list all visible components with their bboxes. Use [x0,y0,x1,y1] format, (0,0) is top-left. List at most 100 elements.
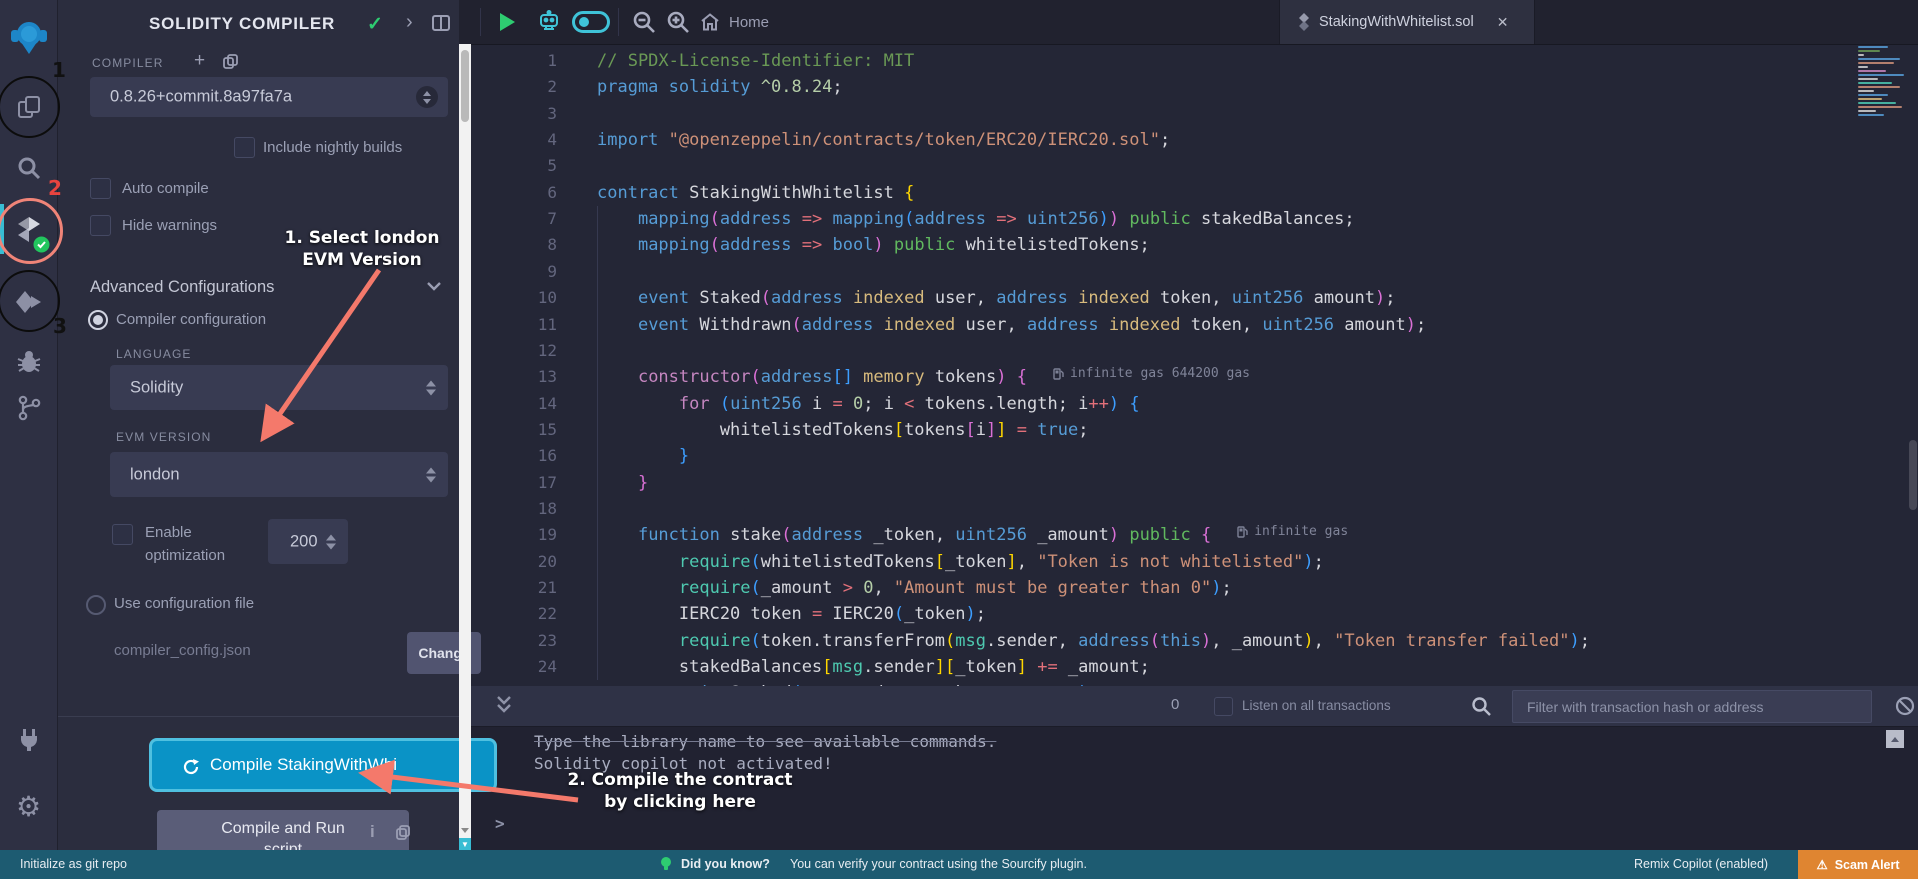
line-number: 13 [471,367,557,386]
terminal-scrollbar-up[interactable] [1886,730,1904,748]
line-number: 9 [471,262,557,281]
line-number: 4 [471,130,557,149]
language-select[interactable]: Solidity [110,365,448,410]
code-text: IERC20 token = IERC20(_token); [597,602,986,627]
line-number: 11 [471,315,557,334]
line-number: 22 [471,604,557,623]
line-number: 17 [471,473,557,492]
annotation-number-1: 1 [52,58,66,82]
code-text: event Withdrawn(address indexed user, ad… [597,313,1426,338]
indent-guide [597,206,598,680]
optimization-checkbox[interactable] [112,524,133,545]
evm-version-value: london [130,465,180,484]
ai-copilot-robot-icon[interactable] [531,0,567,44]
add-compiler-icon[interactable]: + [194,50,205,72]
copilot-status[interactable]: Remix Copilot (enabled) [1634,857,1768,871]
code-text: require(_amount > 0, "Amount must be gre… [597,576,1232,601]
copilot-toggle[interactable] [569,0,613,44]
transaction-filter-input[interactable] [1512,690,1872,723]
line-number: 23 [471,631,557,650]
git-init-status[interactable]: Initialize as git repo [20,857,127,871]
deploy-run-icon[interactable] [0,282,57,322]
icon-rail: ⚙ [0,0,58,879]
tab-close-icon[interactable]: ✕ [1497,14,1509,31]
hide-warnings-label: Hide warnings [122,217,217,234]
editor-topbar: Home StakingWithWhitelist.sol ✕ [459,0,1918,45]
code-text: whitelistedTokens[tokens[i]] = true; [597,418,1088,443]
evm-version-select[interactable]: london [110,452,448,497]
editor-minimap[interactable] [1858,46,1912,120]
remix-logo[interactable] [0,18,57,58]
layout-columns-icon[interactable] [432,15,450,31]
chevron-down-icon[interactable] [427,282,441,291]
code-line: 9 [471,259,1909,286]
info-icon[interactable]: i [370,822,375,842]
version-badge-icon [416,86,438,108]
code-line: 10 event Staked(address indexed user, ad… [471,285,1909,312]
compiler-config-radio[interactable] [88,310,108,330]
file-explorer-icon[interactable] [0,87,57,127]
auto-compile-checkbox[interactable] [90,178,111,199]
line-number: 1 [471,51,557,70]
compile-run-label-1: Compile and Run [163,818,403,839]
nightly-builds-checkbox[interactable] [234,137,255,158]
editor-scrollbar-thumb[interactable] [1909,440,1917,510]
code-line: 20 require(whitelistedTokens[_token], "T… [471,549,1909,576]
code-line: 7 mapping(address => mapping(address => … [471,206,1909,233]
annotation-step-1: 1. Select london EVM Version [262,227,462,271]
code-line: 13 constructor(address[] memory tokens) … [471,364,1909,391]
expand-terminal-icon[interactable] [496,695,512,715]
code-line: 19 function stake(address _token, uint25… [471,522,1909,549]
tip-text: You can verify your contract using the S… [790,857,1087,871]
code-line: 8 mapping(address => bool) public whitel… [471,232,1909,259]
scrollbar-down-arrow[interactable] [459,824,471,836]
code-text: require(token.transferFrom(msg.sender, a… [597,629,1590,654]
git-icon[interactable] [0,388,57,428]
plugin-manager-icon[interactable] [0,720,57,760]
optimization-runs-input[interactable]: 200 [268,519,348,564]
settings-gear-icon[interactable]: ⚙ [0,786,57,826]
copy-version-icon[interactable] [222,53,239,70]
code-line: 15 whitelistedTokens[tokens[i]] = true; [471,417,1909,444]
terminal-prompt[interactable]: > [495,814,505,833]
zoom-in-icon[interactable] [660,0,696,44]
code-line: 21 require(_amount > 0, "Amount must be … [471,575,1909,602]
debugger-icon[interactable] [0,342,57,382]
chevron-right-icon[interactable]: › [406,11,413,34]
zoom-out-icon[interactable] [626,0,662,44]
terminal-search-icon[interactable] [1471,696,1491,716]
copy-icon[interactable] [395,824,411,841]
tab-home[interactable]: Home [700,0,769,44]
line-number: 14 [471,394,557,413]
panel-scrollbar[interactable]: ▼ [459,44,471,850]
tab-staking-with-whitelist[interactable]: StakingWithWhitelist.sol ✕ [1279,0,1535,44]
scrollbar-bottom-button[interactable]: ▼ [459,838,471,850]
scam-alert-label: Scam Alert [1835,858,1900,872]
compiler-version-select[interactable]: 0.8.26+commit.8a97fa7a [90,77,448,117]
scam-alert-button[interactable]: ⚠ Scam Alert [1798,850,1918,879]
lightbulb-icon [660,856,672,872]
listen-transactions-checkbox[interactable] [1214,697,1233,716]
run-script-play-icon[interactable] [489,0,525,44]
code-text: } [597,471,648,496]
code-text: for (uint256 i = 0; i < tokens.length; i… [597,392,1140,417]
code-line: 17 } [471,470,1909,497]
evm-version-label: EVM VERSION [116,430,211,444]
code-editor[interactable]: 1// SPDX-License-Identifier: MIT2pragma … [471,44,1909,686]
line-number: 5 [471,156,557,175]
hide-warnings-checkbox[interactable] [90,215,111,236]
block-icon[interactable] [1895,696,1915,716]
compile-button[interactable]: Compile StakingWithWhi [149,738,497,792]
use-config-file-radio[interactable] [86,595,106,615]
code-text: import "@openzeppelin/contracts/token/ER… [597,128,1170,153]
auto-compile-label: Auto compile [122,180,209,197]
code-text: stakedBalances[msg.sender][_token] += _a… [597,655,1150,680]
advanced-config-header[interactable]: Advanced Configurations [90,278,274,297]
listen-transactions-label: Listen on all transactions [1242,698,1391,713]
solidity-compiler-icon[interactable] [0,210,57,250]
compiler-section-label: COMPILER [92,56,163,70]
gas-estimate-widget: infinite gas 644200 gas [1053,366,1250,381]
panel-scrollbar-thumb[interactable] [461,50,469,122]
status-bar: Initialize as git repo Did you know? You… [0,850,1918,879]
code-text: pragma solidity ^0.8.24; [597,75,843,100]
